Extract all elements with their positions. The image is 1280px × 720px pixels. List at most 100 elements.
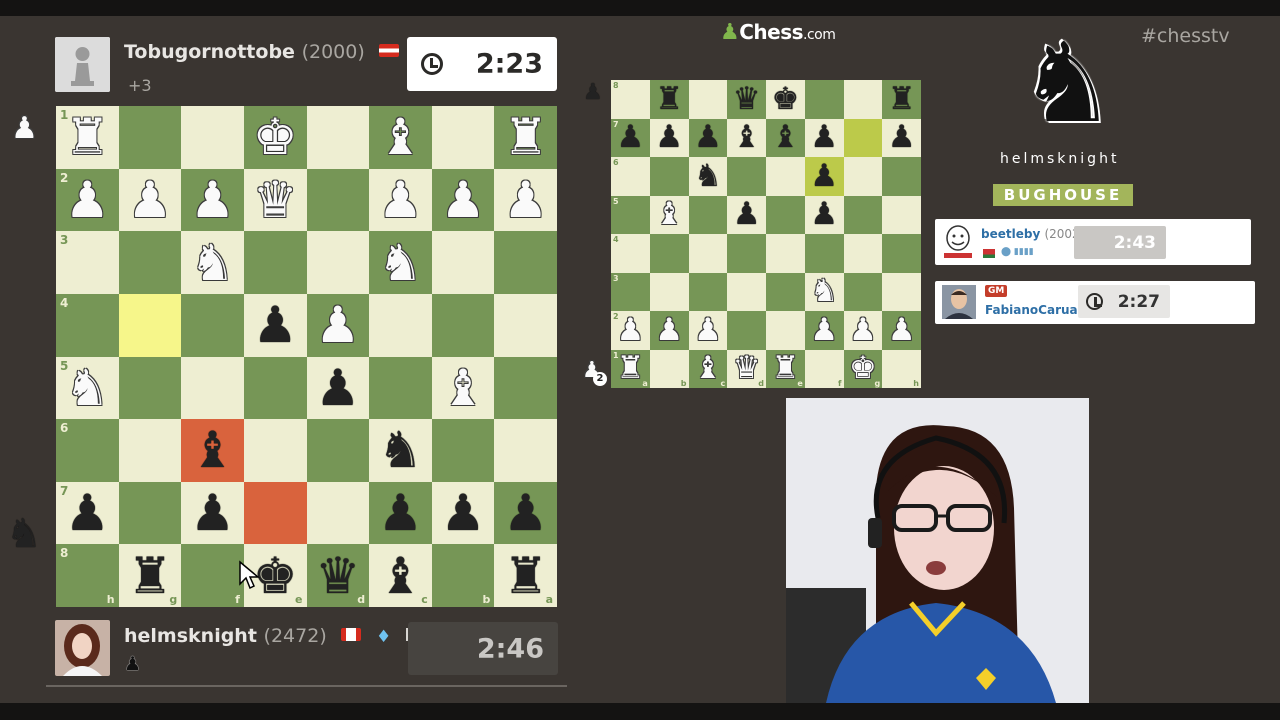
white-pawn-icon[interactable]: ♟	[190, 175, 235, 225]
white-knight-icon[interactable]: ♞	[190, 238, 235, 288]
opponent-name-text[interactable]: beetleby	[981, 227, 1040, 241]
board-square[interactable]: ♞	[688, 157, 728, 196]
black-pawn-icon[interactable]: ♟	[694, 122, 722, 153]
board-square[interactable]	[649, 272, 689, 311]
board-square[interactable]: ♟	[243, 293, 307, 357]
board-square[interactable]	[649, 234, 689, 273]
board-square[interactable]	[843, 195, 883, 234]
white-pawn-icon[interactable]: ♟	[503, 175, 548, 225]
board-square[interactable]: d ♛	[306, 544, 370, 607]
white-pawn-icon[interactable]: ♟	[888, 314, 916, 346]
white-pawn-icon[interactable]: ♟	[849, 314, 877, 346]
board-square[interactable]	[843, 118, 883, 157]
board-square[interactable]	[431, 293, 495, 357]
board-square[interactable]: 1 a ♜	[611, 349, 650, 388]
board-square[interactable]	[766, 157, 805, 196]
board-square[interactable]	[843, 157, 883, 196]
white-knight-icon[interactable]: ♞	[810, 276, 838, 307]
white-rook-icon[interactable]: ♜	[65, 112, 110, 162]
board-square[interactable]: c ♝	[688, 349, 728, 388]
board-square[interactable]: ♞	[369, 419, 432, 482]
board-square[interactable]: ♟	[118, 168, 182, 232]
white-queen-icon[interactable]: ♛	[253, 175, 298, 225]
board-square[interactable]	[118, 231, 182, 294]
black-bishop-icon[interactable]: ♝	[190, 425, 235, 475]
board-square[interactable]	[243, 231, 307, 294]
board-square[interactable]	[494, 231, 557, 294]
board-square[interactable]	[649, 157, 689, 196]
board-square[interactable]: ♟	[882, 118, 921, 157]
white-bishop-icon[interactable]: ♝	[694, 353, 722, 384]
black-pawn-icon[interactable]: ♟	[810, 122, 838, 153]
board-square[interactable]: ♟	[804, 118, 844, 157]
white-king-icon[interactable]: ♚	[253, 112, 298, 162]
white-pawn-icon[interactable]: ♟	[655, 314, 683, 346]
board-square[interactable]: 7 ♟	[56, 481, 119, 545]
board-square[interactable]: 3	[611, 272, 650, 311]
board-square[interactable]	[766, 311, 805, 350]
board-square[interactable]: ♟	[494, 168, 557, 232]
reserve-knight-icon[interactable]: ♞	[6, 514, 42, 554]
white-queen-icon[interactable]: ♛	[733, 353, 761, 384]
board-square[interactable]: ♟	[649, 118, 689, 157]
white-pawn-icon[interactable]: ♟	[128, 175, 173, 225]
board-square[interactable]: c ♝	[369, 544, 432, 607]
black-pawn-icon[interactable]: ♟	[65, 488, 110, 538]
board-square[interactable]	[118, 419, 182, 482]
black-pawn-icon[interactable]: ♟	[616, 122, 644, 153]
board-square[interactable]: ♟	[804, 157, 844, 196]
black-rook-icon[interactable]: ♜	[655, 83, 683, 115]
board-square[interactable]: 8	[611, 80, 650, 119]
mini-reserve-pawn-icon[interactable]: ♟	[583, 82, 603, 104]
board-square[interactable]: ♝	[181, 419, 244, 482]
board-square[interactable]: ♟	[804, 311, 844, 350]
reserve-pawn-icon[interactable]: ♟	[11, 114, 38, 144]
white-bishop-icon[interactable]: ♝	[441, 363, 486, 413]
board-square[interactable]	[243, 481, 307, 545]
top-player-name[interactable]: Tobugornottobe	[124, 41, 295, 63]
board-square[interactable]: 8h	[56, 544, 119, 607]
black-rook-icon[interactable]: ♜	[128, 551, 173, 601]
board-square[interactable]	[431, 231, 495, 294]
board-square[interactable]: ♝	[727, 118, 766, 157]
board-square[interactable]	[727, 234, 766, 273]
board-square[interactable]: ♟	[843, 311, 883, 350]
board-square[interactable]: g ♚	[843, 349, 883, 388]
black-rook-icon[interactable]: ♜	[888, 83, 916, 115]
board-square[interactable]: ♝	[369, 106, 432, 169]
board-square[interactable]: ♟	[306, 293, 370, 357]
black-pawn-icon[interactable]: ♟	[655, 122, 683, 153]
board-square[interactable]	[118, 356, 182, 420]
board-square[interactable]: ♟	[688, 118, 728, 157]
black-bishop-icon[interactable]: ♝	[771, 122, 799, 153]
black-pawn-icon[interactable]: ♟	[810, 160, 838, 192]
black-knight-icon[interactable]: ♞	[378, 425, 423, 475]
white-knight-icon[interactable]: ♞	[378, 238, 423, 288]
board-square[interactable]: 5	[611, 195, 650, 234]
board-square[interactable]	[118, 293, 182, 357]
board-square[interactable]: f	[181, 544, 244, 607]
board-square[interactable]: ♚	[766, 80, 805, 119]
board-square[interactable]: 3	[56, 231, 119, 294]
black-pawn-icon[interactable]: ♟	[253, 300, 298, 350]
board-square[interactable]	[306, 168, 370, 232]
board-square[interactable]	[882, 157, 921, 196]
board-square[interactable]: 7 ♟	[611, 118, 650, 157]
board-square[interactable]	[882, 272, 921, 311]
board-square[interactable]	[243, 356, 307, 420]
white-pawn-icon[interactable]: ♟	[810, 314, 838, 346]
board-square[interactable]	[181, 293, 244, 357]
board-square[interactable]: g ♜	[118, 544, 182, 607]
board-square[interactable]: ♞	[369, 231, 432, 294]
board-square[interactable]	[688, 80, 728, 119]
board-square[interactable]	[431, 419, 495, 482]
board-square[interactable]: ♟	[369, 168, 432, 232]
black-pawn-icon[interactable]: ♟	[315, 363, 360, 413]
black-pawn-icon[interactable]: ♟	[733, 199, 761, 230]
black-queen-icon[interactable]: ♛	[733, 83, 761, 115]
board-square[interactable]	[843, 80, 883, 119]
board-square[interactable]	[369, 356, 432, 420]
white-pawn-icon[interactable]: ♟	[65, 175, 110, 225]
board-square[interactable]	[118, 481, 182, 545]
board-square[interactable]: ♚	[243, 106, 307, 169]
